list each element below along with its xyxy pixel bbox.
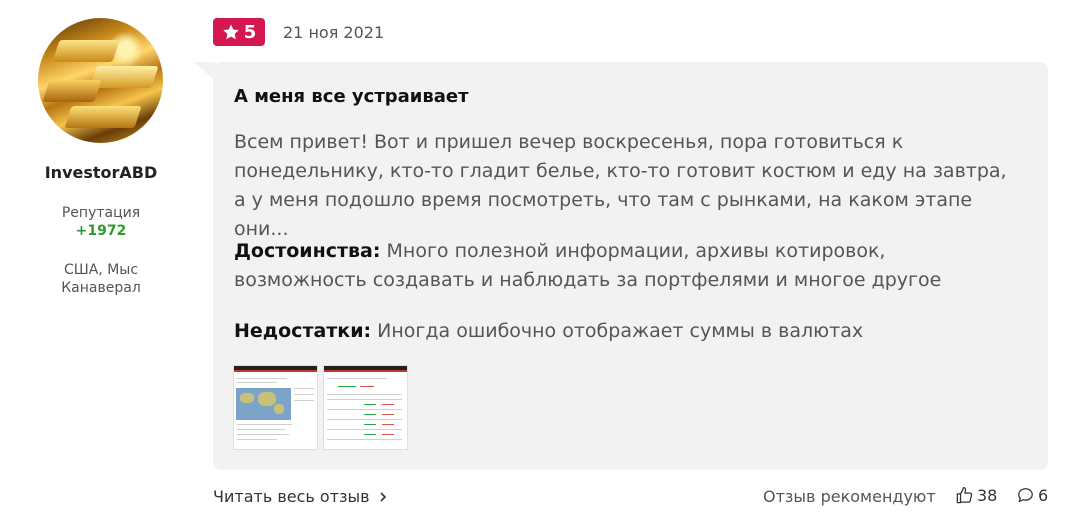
review-card: А меня все устраивает Всем привет! Вот и… — [213, 62, 1048, 470]
read-full-review-link[interactable]: Читать весь отзыв — [213, 487, 388, 506]
comments-button[interactable]: 6 — [1016, 486, 1048, 505]
cons-text: Иногда ошибочно отображает суммы в валют… — [371, 320, 864, 342]
gold-bar-shape — [64, 106, 142, 128]
review-title[interactable]: А меня все устраивает — [234, 86, 469, 107]
review-date: 21 ноя 2021 — [283, 23, 385, 42]
rating-badge: 5 — [213, 18, 265, 46]
rating-value: 5 — [243, 21, 257, 43]
read-full-label: Читать весь отзыв — [213, 487, 370, 506]
gold-bar-shape — [52, 40, 120, 62]
star-icon — [223, 24, 239, 40]
reputation-value: +1972 — [75, 223, 127, 239]
avatar[interactable] — [38, 18, 163, 143]
like-button[interactable]: 38 — [955, 486, 997, 505]
author-location: США, Мыс Канаверал — [61, 262, 141, 296]
thumbs-up-icon — [956, 486, 973, 504]
gold-bar-shape — [42, 80, 102, 102]
review-body: Всем привет! Вот и пришел вечер воскресе… — [234, 131, 1007, 240]
comments-count: 6 — [1038, 486, 1049, 505]
comment-icon — [1018, 488, 1033, 503]
recommend-label: Отзыв рекомендуют — [763, 487, 936, 506]
author-username[interactable]: InvestorABD — [0, 163, 202, 182]
reputation-label: Репутация — [61, 205, 141, 221]
review-pros: Достоинства: Много полезной информации, … — [234, 237, 1024, 295]
cons-label: Недостатки: — [234, 320, 372, 342]
chevron-right-icon — [380, 491, 386, 502]
pros-label: Достоинства: — [234, 240, 381, 262]
card-pointer — [193, 62, 215, 80]
screenshot-thumbnail[interactable] — [323, 365, 408, 450]
review-cons: Недостатки: Иногда ошибочно отображает с… — [234, 317, 1024, 346]
likes-count: 38 — [977, 486, 998, 505]
screenshot-thumbnail[interactable] — [233, 365, 318, 450]
